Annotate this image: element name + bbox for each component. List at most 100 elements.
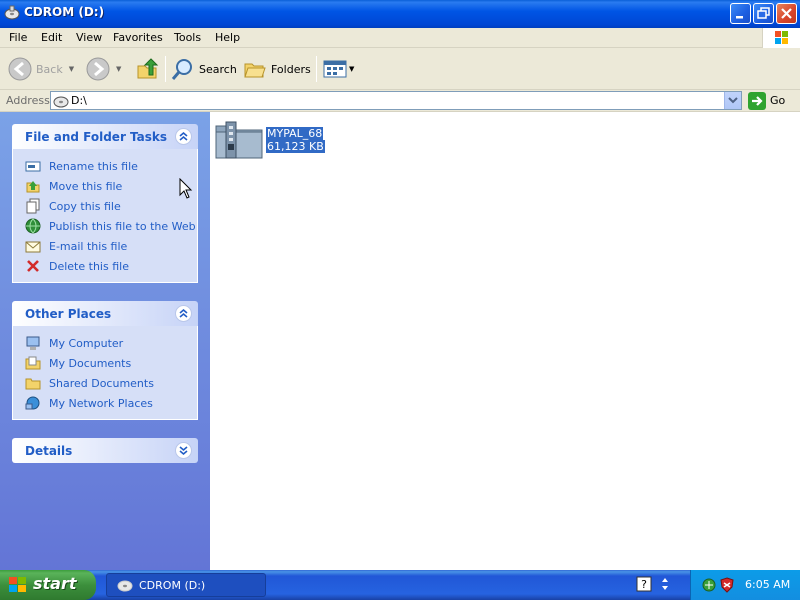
menu-favorites[interactable]: Favorites <box>113 31 163 44</box>
mouse-cursor-icon <box>179 178 193 199</box>
system-tray: 6:05 AM <box>690 570 800 600</box>
forward-button[interactable]: ▼ <box>86 54 121 84</box>
close-button[interactable] <box>776 3 797 24</box>
up-button[interactable] <box>135 54 159 84</box>
computer-icon <box>26 336 40 350</box>
panel-title: Details <box>25 444 73 458</box>
cdrom-icon <box>4 5 20 20</box>
rename-file-task[interactable]: Rename this file <box>13 156 197 176</box>
panel-body: My Computer My Documents Shared Document… <box>12 326 198 420</box>
folders-icon <box>244 63 266 78</box>
shared-documents-link[interactable]: Shared Documents <box>13 373 197 393</box>
copy-icon <box>26 198 40 214</box>
start-button[interactable]: start <box>0 570 96 600</box>
windows-flag-icon <box>775 31 788 44</box>
chevron-down-icon <box>728 97 738 104</box>
back-arrow-icon <box>8 57 32 81</box>
panel-header[interactable]: Other Places <box>12 301 198 326</box>
window-title: CDROM (D:) <box>24 5 105 19</box>
address-label: Address <box>6 94 50 107</box>
email-file-task[interactable]: E-mail this file <box>13 236 197 256</box>
collapse-toggle[interactable] <box>175 128 192 145</box>
search-icon <box>171 59 192 80</box>
menu-view[interactable]: View <box>76 31 102 44</box>
globe-icon <box>25 218 41 234</box>
network-status-icon[interactable] <box>701 577 717 593</box>
address-bar: Address D:\ Go <box>0 90 800 112</box>
other-places-panel: Other Places My Computer My Documents Sh… <box>12 301 198 420</box>
publish-file-task[interactable]: Publish this file to the Web <box>13 216 197 236</box>
close-icon <box>781 8 792 19</box>
menu-tools[interactable]: Tools <box>174 31 201 44</box>
file-size: 61,123 KB <box>266 140 325 153</box>
toolbar-separator <box>165 56 166 82</box>
address-dropdown-button[interactable] <box>724 92 741 109</box>
svg-text:?: ? <box>641 578 647 591</box>
panel-header[interactable]: Details <box>12 438 198 463</box>
go-button[interactable]: Go <box>748 91 785 110</box>
address-input[interactable]: D:\ <box>50 91 742 110</box>
menu-bar: File Edit View Favorites Tools Help <box>0 28 800 48</box>
back-dropdown-icon[interactable]: ▼ <box>69 65 74 73</box>
views-button[interactable]: ▼ <box>323 54 354 84</box>
menu-file[interactable]: File <box>9 31 27 44</box>
network-icon <box>25 396 40 410</box>
rename-icon <box>25 161 41 172</box>
chevron-down-double-icon <box>179 446 188 456</box>
file-item[interactable]: MYPAL_68 61,123 KB <box>214 118 325 160</box>
go-arrow-icon <box>748 91 766 110</box>
my-network-places-link[interactable]: My Network Places <box>13 393 197 413</box>
folder-up-icon <box>137 58 159 79</box>
delete-file-task[interactable]: Delete this file <box>13 256 197 276</box>
email-icon <box>25 241 41 253</box>
scroll-arrows-icon[interactable] <box>658 576 672 592</box>
taskbar: start CDROM (D:) ? 6:05 AM <box>0 570 800 600</box>
collapse-toggle[interactable] <box>175 305 192 322</box>
title-bar[interactable]: CDROM (D:) <box>0 0 800 28</box>
minimize-button[interactable] <box>730 3 751 24</box>
chevron-up-double-icon <box>179 131 188 141</box>
file-name: MYPAL_68 <box>266 127 324 140</box>
search-button[interactable]: Search <box>171 54 237 84</box>
windows-flag-icon <box>9 577 26 592</box>
help-icon[interactable]: ? <box>636 576 652 592</box>
restore-icon <box>757 7 770 19</box>
delete-x-icon <box>27 260 39 272</box>
menu-edit[interactable]: Edit <box>41 31 62 44</box>
panel-title: File and Folder Tasks <box>25 130 168 144</box>
shared-folder-icon <box>25 378 41 390</box>
windows-logo <box>762 28 800 48</box>
security-shield-icon[interactable] <box>719 577 735 593</box>
cdrom-icon <box>117 580 133 592</box>
forward-dropdown-icon[interactable]: ▼ <box>116 65 121 73</box>
toolbar-separator <box>316 56 317 82</box>
my-computer-link[interactable]: My Computer <box>13 333 197 353</box>
taskbar-icons: ? <box>636 576 672 592</box>
my-documents-link[interactable]: My Documents <box>13 353 197 373</box>
forward-arrow-icon <box>86 57 110 81</box>
views-icon <box>323 60 347 78</box>
panel-header[interactable]: File and Folder Tasks <box>12 124 198 149</box>
zip-folder-icon <box>215 121 263 159</box>
move-file-task[interactable]: Move this file <box>13 176 197 196</box>
restore-button[interactable] <box>753 3 774 24</box>
folders-button[interactable]: Folders <box>243 54 311 84</box>
file-view[interactable]: MYPAL_68 61,123 KB <box>210 112 800 570</box>
chevron-up-double-icon <box>179 308 188 318</box>
menu-help[interactable]: Help <box>215 31 240 44</box>
documents-folder-icon <box>25 356 41 370</box>
back-button[interactable]: Back ▼ <box>8 54 74 84</box>
panel-title: Other Places <box>25 307 112 321</box>
details-panel: Details <box>12 438 198 463</box>
copy-file-task[interactable]: Copy this file <box>13 196 197 216</box>
expand-toggle[interactable] <box>175 442 192 459</box>
clock: 6:05 AM <box>745 578 791 591</box>
address-value: D:\ <box>71 94 87 107</box>
views-dropdown-icon[interactable]: ▼ <box>349 65 354 73</box>
minimize-icon <box>736 16 743 19</box>
taskbar-window-button[interactable]: CDROM (D:) <box>106 573 266 597</box>
cdrom-icon <box>53 96 69 108</box>
move-icon <box>26 181 40 193</box>
panel-body: Rename this file Move this file Copy thi… <box>12 149 198 283</box>
toolbar: Back ▼ ▼ Search Folders ▼ <box>0 48 800 90</box>
